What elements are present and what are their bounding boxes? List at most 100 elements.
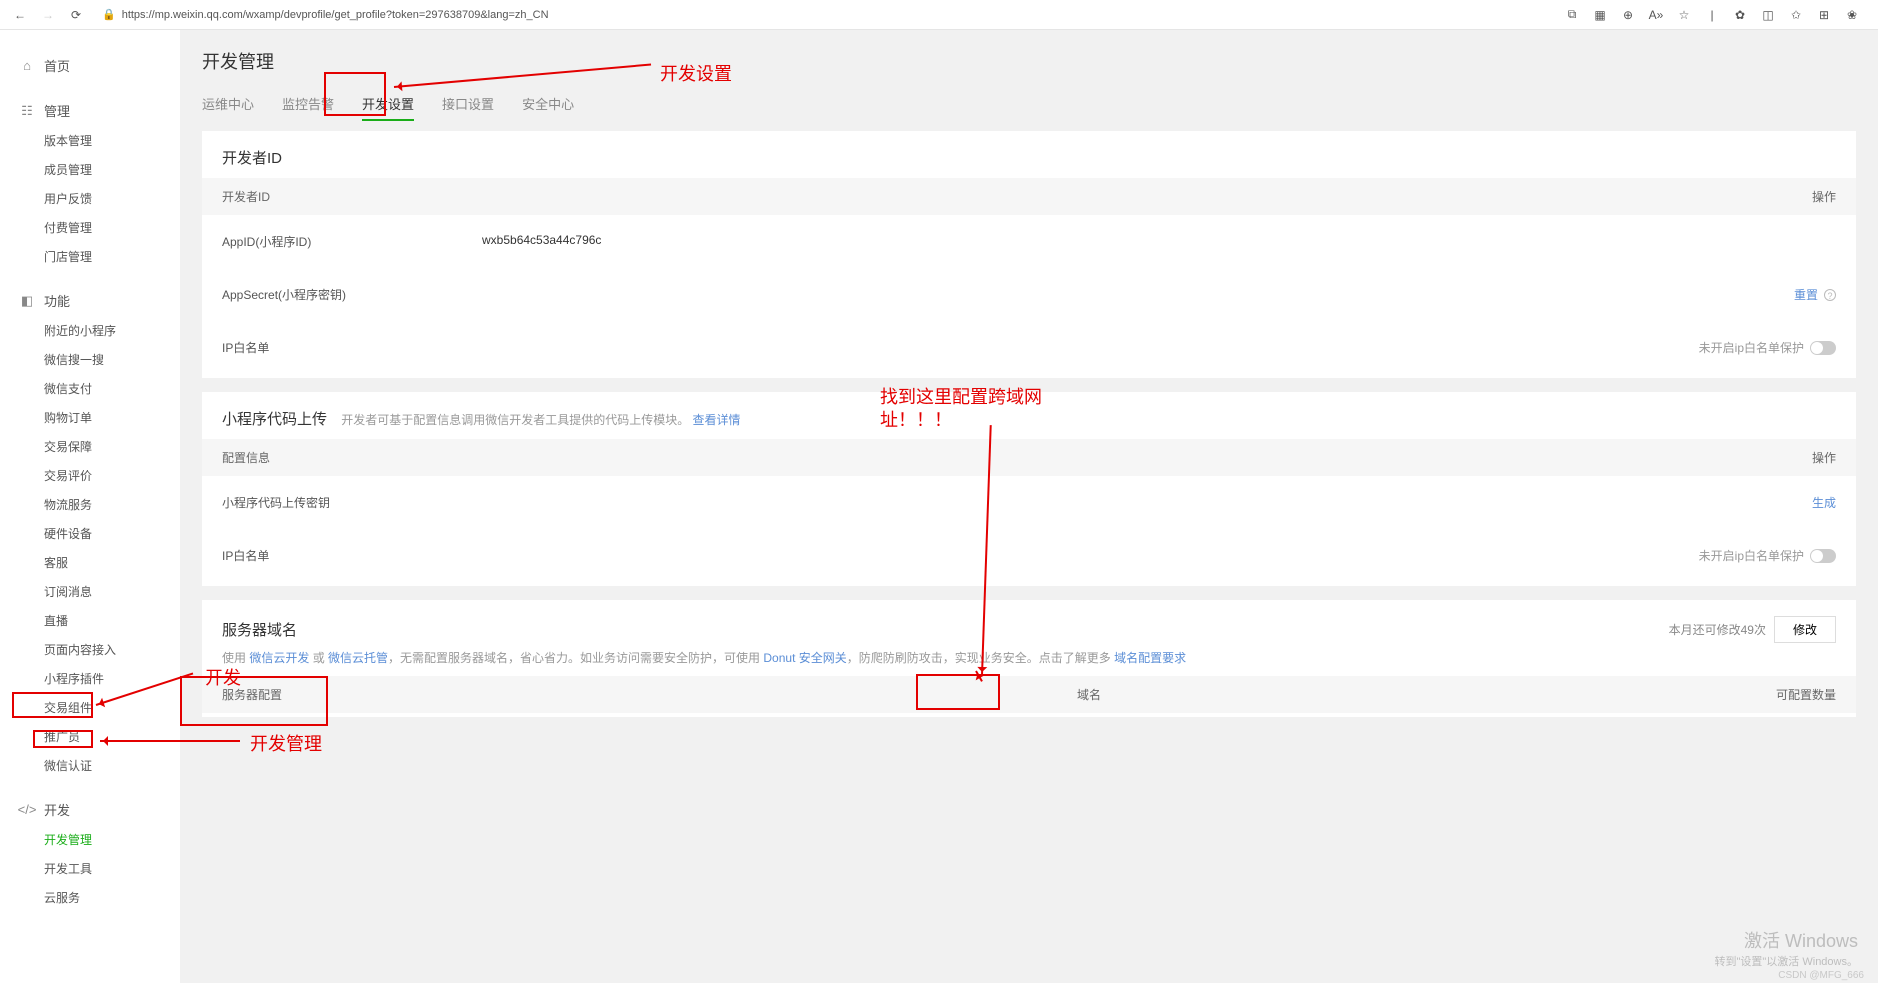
read-aloud-icon[interactable]: A»: [1648, 7, 1664, 23]
sidebar-item-feedback[interactable]: 用户反馈: [0, 184, 180, 213]
sidebar-header-manage[interactable]: ☷ 管理: [0, 95, 180, 126]
sidebar-item-verify[interactable]: 微信认证: [0, 751, 180, 780]
app-icon[interactable]: ❀: [1844, 7, 1860, 23]
sidebar-item-plugin[interactable]: 小程序插件: [0, 664, 180, 693]
card-title-text: 小程序代码上传: [222, 411, 327, 428]
main-content: 开发管理 运维中心 监控告警 开发设置 接口设置 安全中心 开发者ID 开发者I…: [180, 30, 1878, 983]
sidebar-item-promoter[interactable]: 推广员: [0, 722, 180, 751]
tab-ops[interactable]: 运维中心: [202, 88, 254, 121]
zoom-icon[interactable]: ⊕: [1620, 7, 1636, 23]
collections-icon[interactable]: ⊞: [1816, 7, 1832, 23]
sidebar-item-home[interactable]: ⌂ 首页: [0, 50, 180, 81]
sidebar-item-cloud[interactable]: 云服务: [0, 883, 180, 912]
col-action-label: 操作: [1696, 449, 1836, 466]
tab-api[interactable]: 接口设置: [442, 88, 494, 121]
ipwhite-status: 未开启ip白名单保护: [1699, 339, 1804, 356]
windows-watermark-sub: 转到"设置"以激活 Windows。: [1715, 953, 1859, 969]
sidebar-item-page-access[interactable]: 页面内容接入: [0, 635, 180, 664]
sidebar-item-store[interactable]: 门店管理: [0, 242, 180, 271]
ipwhite-toggle[interactable]: [1810, 549, 1836, 563]
modify-button[interactable]: 修改: [1774, 616, 1836, 643]
sidebar-item-wxpay[interactable]: 微信支付: [0, 374, 180, 403]
subtitle-text: 开发者可基于配置信息调用微信开发者工具提供的代码上传模块。: [341, 413, 689, 427]
csdn-watermark: CSDN @MFG_666: [1778, 970, 1864, 981]
sidebar-item-trade-component[interactable]: 交易组件: [0, 693, 180, 722]
ipwhite-label: IP白名单: [222, 547, 482, 564]
lock-icon: 🔒: [102, 8, 116, 21]
sidebar-item-trade-protect[interactable]: 交易保障: [0, 432, 180, 461]
generate-link[interactable]: 生成: [1812, 494, 1836, 511]
modify-quota: 本月还可修改49次: [1669, 621, 1766, 638]
divider-icon: |: [1704, 7, 1720, 23]
card-developer-id: 开发者ID 开发者ID 操作 AppID(小程序ID) wxb5b64c53a4…: [202, 131, 1856, 378]
star-icon[interactable]: ☆: [1676, 7, 1692, 23]
sidebar-icon[interactable]: ◫: [1760, 7, 1776, 23]
feature-icon: ◧: [20, 294, 34, 308]
sidebar-label: 开发: [44, 800, 70, 819]
refresh-button[interactable]: ⟳: [66, 5, 86, 25]
tabs-bar: 运维中心 监控告警 开发设置 接口设置 安全中心: [202, 88, 1856, 121]
help-icon[interactable]: ?: [1824, 289, 1836, 301]
ipwhite-label: IP白名单: [222, 339, 482, 356]
col-action-label: 操作: [1696, 188, 1836, 205]
domain-description: 使用 微信云开发 或 微信云托管，无需配置服务器域名，省心省力。如业务访问需要安…: [202, 649, 1856, 676]
tab-monitor[interactable]: 监控告警: [282, 88, 334, 121]
card-code-upload: 小程序代码上传 开发者可基于配置信息调用微信开发者工具提供的代码上传模块。 查看…: [202, 392, 1856, 586]
cloud-dev-link[interactable]: 微信云开发: [249, 651, 309, 665]
cloud-host-link[interactable]: 微信云托管: [328, 651, 388, 665]
sidebar-item-subscribe[interactable]: 订阅消息: [0, 577, 180, 606]
sidebar-label: 管理: [44, 101, 70, 120]
extension-icon[interactable]: ✿: [1732, 7, 1748, 23]
device-icon[interactable]: ⧉: [1564, 7, 1580, 23]
back-button[interactable]: ←: [10, 5, 30, 25]
ipwhite-status: 未开启ip白名单保护: [1699, 547, 1804, 564]
row-ip-whitelist: IP白名单 未开启ip白名单保护: [202, 321, 1856, 374]
table-head: 配置信息 操作: [202, 439, 1856, 476]
col-count-label: 可配置数量: [1696, 686, 1836, 703]
forward-button[interactable]: →: [38, 5, 58, 25]
sidebar-item-nearby[interactable]: 附近的小程序: [0, 316, 180, 345]
card-subtitle: 开发者可基于配置信息调用微信开发者工具提供的代码上传模块。 查看详情: [341, 413, 740, 427]
card-server-domain: 服务器域名 本月还可修改49次 修改 使用 微信云开发 或 微信云托管，无需配置…: [202, 600, 1856, 717]
sidebar-item-version[interactable]: 版本管理: [0, 126, 180, 155]
col-id-label: 开发者ID: [222, 188, 482, 205]
sidebar-item-hardware[interactable]: 硬件设备: [0, 519, 180, 548]
url-text: https://mp.weixin.qq.com/wxamp/devprofil…: [122, 9, 549, 21]
sidebar-item-live[interactable]: 直播: [0, 606, 180, 635]
browser-right-icons: ⧉ ▦ ⊕ A» ☆ | ✿ ◫ ✩ ⊞ ❀: [1564, 7, 1868, 23]
qr-icon[interactable]: ▦: [1592, 7, 1608, 23]
browser-toolbar: ← → ⟳ 🔒 https://mp.weixin.qq.com/wxamp/d…: [0, 0, 1878, 30]
sidebar-item-trade-review[interactable]: 交易评价: [0, 461, 180, 490]
sidebar-item-orders[interactable]: 购物订单: [0, 403, 180, 432]
sidebar: ⌂ 首页 ☷ 管理 版本管理 成员管理 用户反馈 付费管理 门店管理 ◧ 功能 …: [0, 30, 180, 983]
card-title: 小程序代码上传 开发者可基于配置信息调用微信开发者工具提供的代码上传模块。 查看…: [202, 392, 1856, 439]
favorites-icon[interactable]: ✩: [1788, 7, 1804, 23]
card-title: 服务器域名: [222, 619, 297, 640]
sidebar-item-service[interactable]: 客服: [0, 548, 180, 577]
sidebar-header-feature[interactable]: ◧ 功能: [0, 285, 180, 316]
sidebar-item-members[interactable]: 成员管理: [0, 155, 180, 184]
url-bar[interactable]: 🔒 https://mp.weixin.qq.com/wxamp/devprof…: [94, 4, 1556, 26]
sidebar-item-dev-manage[interactable]: 开发管理: [0, 825, 180, 854]
reset-link[interactable]: 重置: [1794, 286, 1818, 303]
home-icon: ⌂: [20, 59, 34, 73]
upload-key-label: 小程序代码上传密钥: [222, 494, 482, 511]
donut-link[interactable]: Donut 安全网关: [763, 651, 846, 665]
sidebar-item-payment[interactable]: 付费管理: [0, 213, 180, 242]
tab-dev-settings[interactable]: 开发设置: [362, 88, 414, 121]
sidebar-item-search[interactable]: 微信搜一搜: [0, 345, 180, 374]
row-upload-key: 小程序代码上传密钥 生成: [202, 476, 1856, 529]
col-domain-label: 域名: [482, 686, 1696, 703]
sidebar-item-logistics[interactable]: 物流服务: [0, 490, 180, 519]
ipwhite-toggle[interactable]: [1810, 341, 1836, 355]
sidebar-label: 功能: [44, 291, 70, 310]
sidebar-item-dev-tools[interactable]: 开发工具: [0, 854, 180, 883]
sidebar-header-dev[interactable]: </> 开发: [0, 794, 180, 825]
sidebar-label: 首页: [44, 56, 70, 75]
table-head: 服务器配置 域名 可配置数量: [202, 676, 1856, 713]
view-details-link[interactable]: 查看详情: [693, 413, 741, 427]
row-appsecret: AppSecret(小程序密钥) 重置 ?: [202, 268, 1856, 321]
appsecret-label: AppSecret(小程序密钥): [222, 286, 482, 303]
domain-req-link[interactable]: 域名配置要求: [1114, 651, 1186, 665]
tab-security[interactable]: 安全中心: [522, 88, 574, 121]
